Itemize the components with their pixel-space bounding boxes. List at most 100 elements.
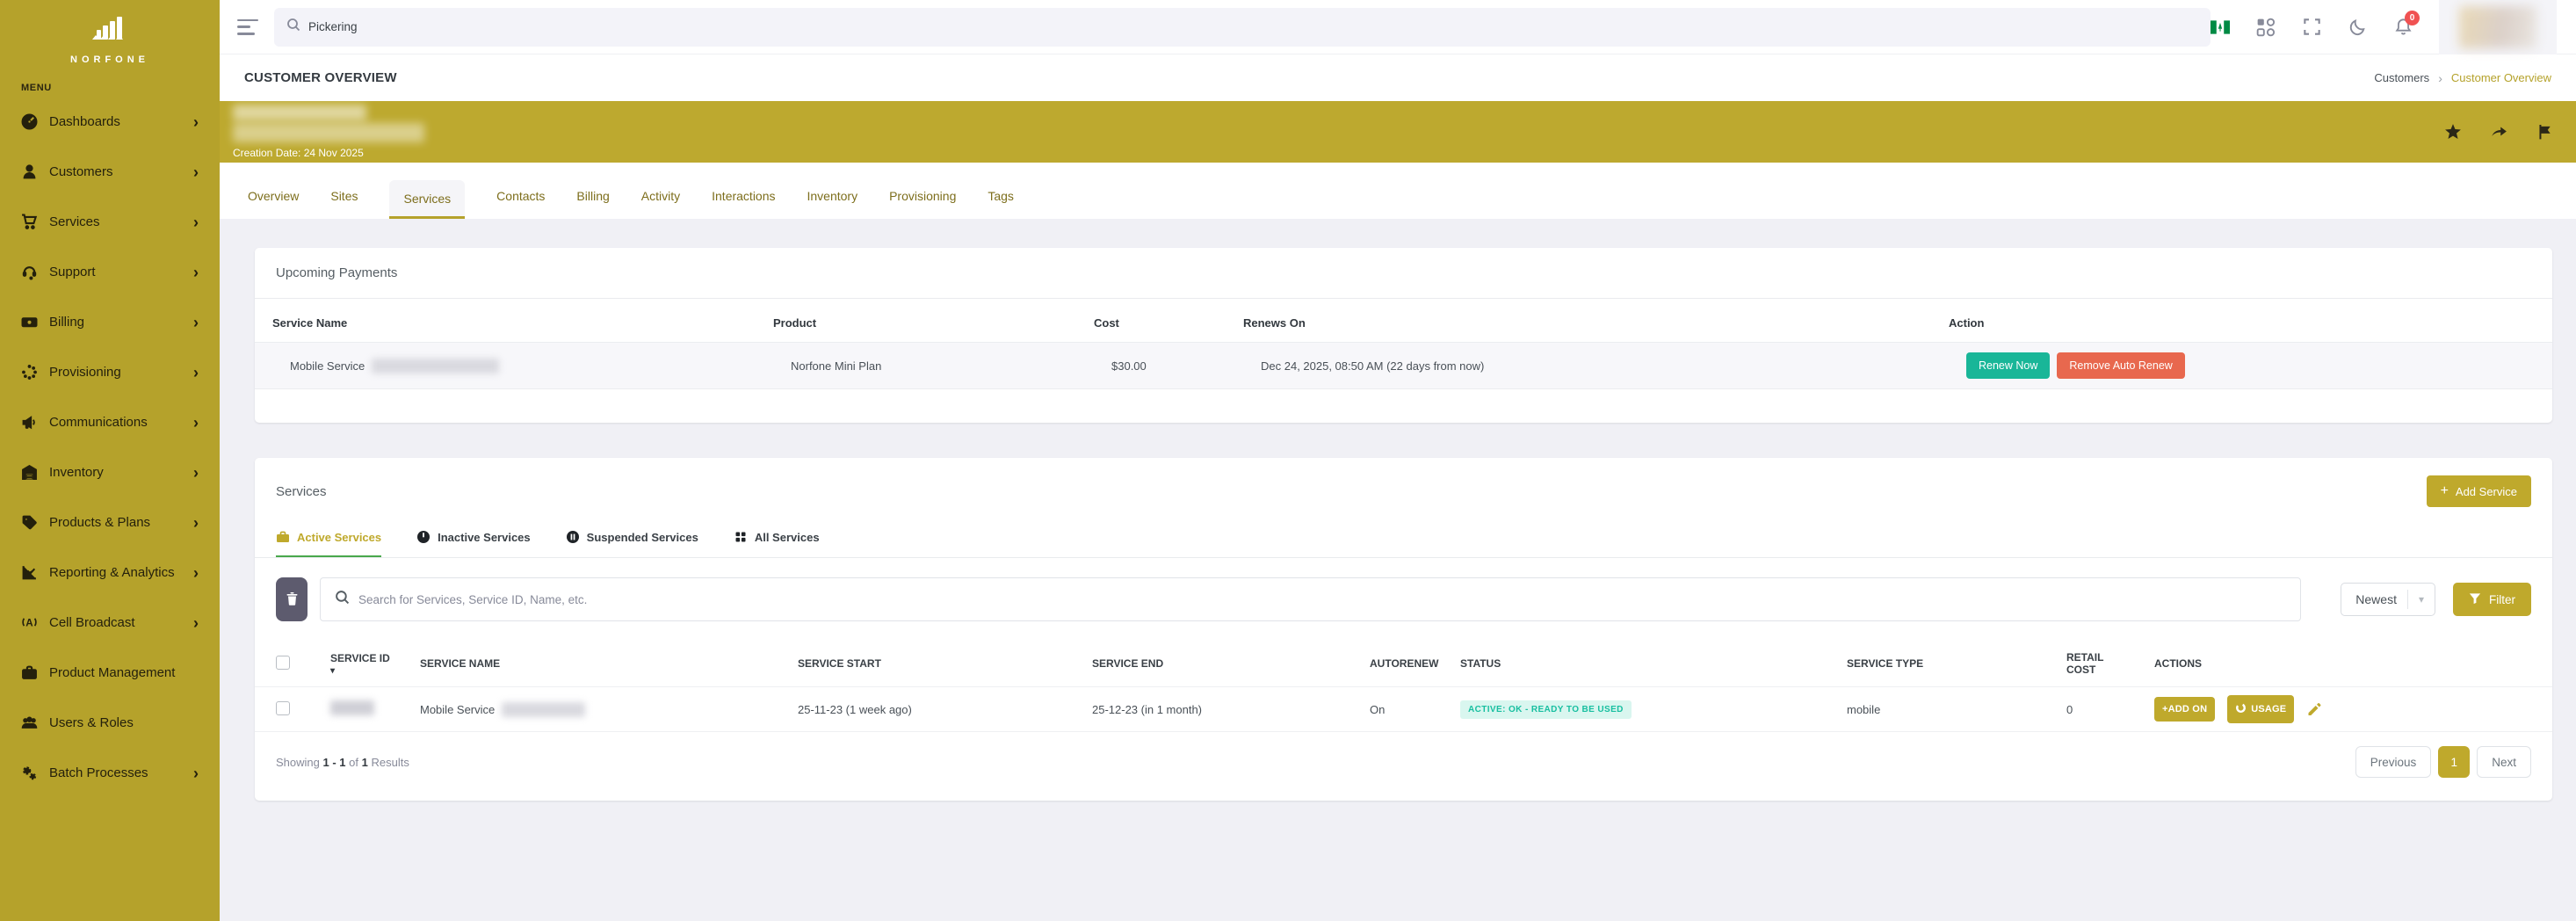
edit-pencil-icon[interactable] — [2306, 701, 2322, 717]
tab-interactions[interactable]: Interactions — [712, 178, 775, 219]
breadcrumb-parent[interactable]: Customers — [2374, 71, 2429, 84]
service-name-value: Mobile Service — [290, 359, 365, 373]
sidebar-item-batch-processes[interactable]: Batch Processes› — [0, 748, 220, 798]
page-header: CUSTOMER OVERVIEW Customers › Customer O… — [220, 54, 2576, 101]
sidebar-item-support[interactable]: Support › — [0, 247, 220, 297]
add-service-label: Add Service — [2456, 485, 2517, 498]
redacted-service-number — [372, 359, 499, 373]
fullscreen-icon[interactable] — [2302, 18, 2321, 37]
service-name-value: Mobile Service — [420, 703, 495, 716]
tab-all-services[interactable]: All Services — [734, 525, 820, 557]
tab-overview[interactable]: Overview — [248, 178, 299, 219]
sidebar-item-dashboards[interactable]: Dashboards› — [0, 97, 220, 147]
results-summary: Showing 1 - 1 of 1 Results — [276, 756, 409, 769]
sidebar-item-users-roles[interactable]: Users & Roles — [0, 698, 220, 748]
tab-label: All Services — [755, 531, 820, 544]
tab-activity[interactable]: Activity — [641, 178, 680, 219]
sidebar-item-communications[interactable]: Communications› — [0, 397, 220, 447]
brand-logo[interactable]: NORFONE — [0, 0, 220, 69]
briefcase-icon — [21, 664, 38, 681]
gears-icon — [21, 765, 38, 781]
renew-now-button[interactable]: Renew Now — [1966, 352, 2050, 379]
tab-billing[interactable]: Billing — [576, 178, 609, 219]
chevron-right-icon: › — [193, 415, 199, 431]
tab-tags[interactable]: Tags — [988, 178, 1014, 219]
sidebar-item-label: Product Management — [49, 665, 175, 680]
sidebar-item-label: Dashboards — [49, 114, 120, 129]
notification-bell-icon[interactable]: 0 — [2393, 18, 2413, 37]
previous-page-button[interactable]: Previous — [2355, 746, 2432, 778]
breadcrumb: Customers › Customer Overview — [2374, 71, 2551, 85]
plus-icon: + — [2441, 484, 2449, 498]
megaphone-icon — [21, 414, 38, 431]
sidebar-item-provisioning[interactable]: Provisioning› — [0, 347, 220, 397]
pause-circle-icon — [566, 530, 580, 544]
norfone-logo-icon — [84, 12, 135, 52]
cost-value: $30.00 — [1111, 359, 1261, 373]
chart-line-icon — [21, 564, 38, 581]
usage-button[interactable]: USAGE — [2227, 695, 2294, 723]
banknote-icon — [21, 314, 38, 330]
favorite-star-icon[interactable] — [2444, 123, 2462, 141]
topbar: 0 — [220, 0, 2576, 54]
sidebar-item-inventory[interactable]: Inventory› — [0, 447, 220, 497]
sidebar-item-label: Billing — [49, 315, 84, 330]
tab-inactive-services[interactable]: Inactive Services — [416, 525, 531, 557]
service-row: Mobile Service 25-11-23 (1 week ago) 25-… — [255, 686, 2552, 732]
sidebar-item-services[interactable]: Services› — [0, 197, 220, 247]
delete-selected-button[interactable] — [276, 577, 308, 621]
tab-active-services[interactable]: Active Services — [276, 525, 381, 557]
remove-auto-renew-button[interactable]: Remove Auto Renew — [2057, 352, 2184, 379]
chevron-right-icon: › — [193, 265, 199, 280]
services-header-row: SERVICE ID ▾ SERVICE NAME SERVICE START … — [276, 637, 2531, 686]
add-service-button[interactable]: + Add Service — [2427, 475, 2531, 507]
share-icon[interactable] — [2490, 123, 2507, 141]
page-1-button[interactable]: 1 — [2438, 746, 2470, 778]
menu-toggle-button[interactable] — [237, 19, 258, 35]
sidebar-item-label: Products & Plans — [49, 515, 150, 530]
next-page-button[interactable]: Next — [2477, 746, 2531, 778]
global-search-input[interactable] — [308, 20, 2198, 33]
pagination: Previous 1 Next — [2355, 746, 2531, 778]
sidebar-item-label: Support — [49, 265, 96, 279]
sidebar-item-products-plans[interactable]: Products & Plans› — [0, 497, 220, 548]
sidebar-item-reporting-analytics[interactable]: Reporting & Analytics› — [0, 548, 220, 598]
row-checkbox[interactable] — [276, 701, 290, 715]
tab-sites[interactable]: Sites — [330, 178, 358, 219]
tab-provisioning[interactable]: Provisioning — [889, 178, 956, 219]
tab-suspended-services[interactable]: Suspended Services — [566, 525, 698, 557]
broadcast-antenna-icon: A — [21, 614, 38, 631]
user-menu[interactable] — [2439, 0, 2557, 54]
person-icon — [21, 163, 38, 180]
dark-mode-moon-icon[interactable] — [2348, 18, 2367, 37]
sidebar-item-cell-broadcast[interactable]: A Cell Broadcast› — [0, 598, 220, 648]
select-all-checkbox[interactable] — [276, 656, 290, 670]
sidebar-item-label: Provisioning — [49, 365, 121, 380]
tab-contacts[interactable]: Contacts — [496, 178, 545, 219]
sort-dropdown[interactable]: Newest ▾ — [2341, 583, 2435, 616]
product-value: Norfone Mini Plan — [791, 359, 1111, 373]
sidebar-item-billing[interactable]: Billing› — [0, 297, 220, 347]
add-on-button[interactable]: +ADD ON — [2154, 697, 2215, 722]
gauge-icon — [21, 113, 38, 130]
filter-button[interactable]: Filter — [2453, 583, 2531, 616]
svg-text:A: A — [25, 618, 33, 629]
flag-icon[interactable] — [2536, 123, 2553, 141]
all-services-grid-icon — [734, 530, 748, 544]
sort-caret-icon[interactable]: ▾ — [330, 666, 420, 676]
col-service-start: SERVICE START — [798, 657, 1092, 670]
menu-section-label: MENU — [0, 69, 220, 97]
language-flag-icon[interactable] — [2211, 18, 2230, 37]
tab-inventory[interactable]: Inventory — [807, 178, 858, 219]
chevron-right-icon: › — [193, 164, 199, 180]
sidebar-item-product-management[interactable]: Product Management — [0, 648, 220, 698]
services-card: Services + Add Service Active Services I… — [255, 458, 2552, 801]
services-search-input[interactable] — [358, 593, 2286, 606]
search-icon — [335, 590, 350, 609]
sidebar-item-customers[interactable]: Customers› — [0, 147, 220, 197]
sidebar-item-label: Users & Roles — [49, 715, 134, 730]
apps-grid-icon[interactable] — [2256, 18, 2276, 37]
renews-on-value: Dec 24, 2025, 08:50 AM (22 days from now… — [1261, 359, 1966, 373]
tab-services[interactable]: Services — [389, 180, 465, 219]
customer-identity: Creation Date: 24 Nov 2025 — [233, 105, 424, 159]
